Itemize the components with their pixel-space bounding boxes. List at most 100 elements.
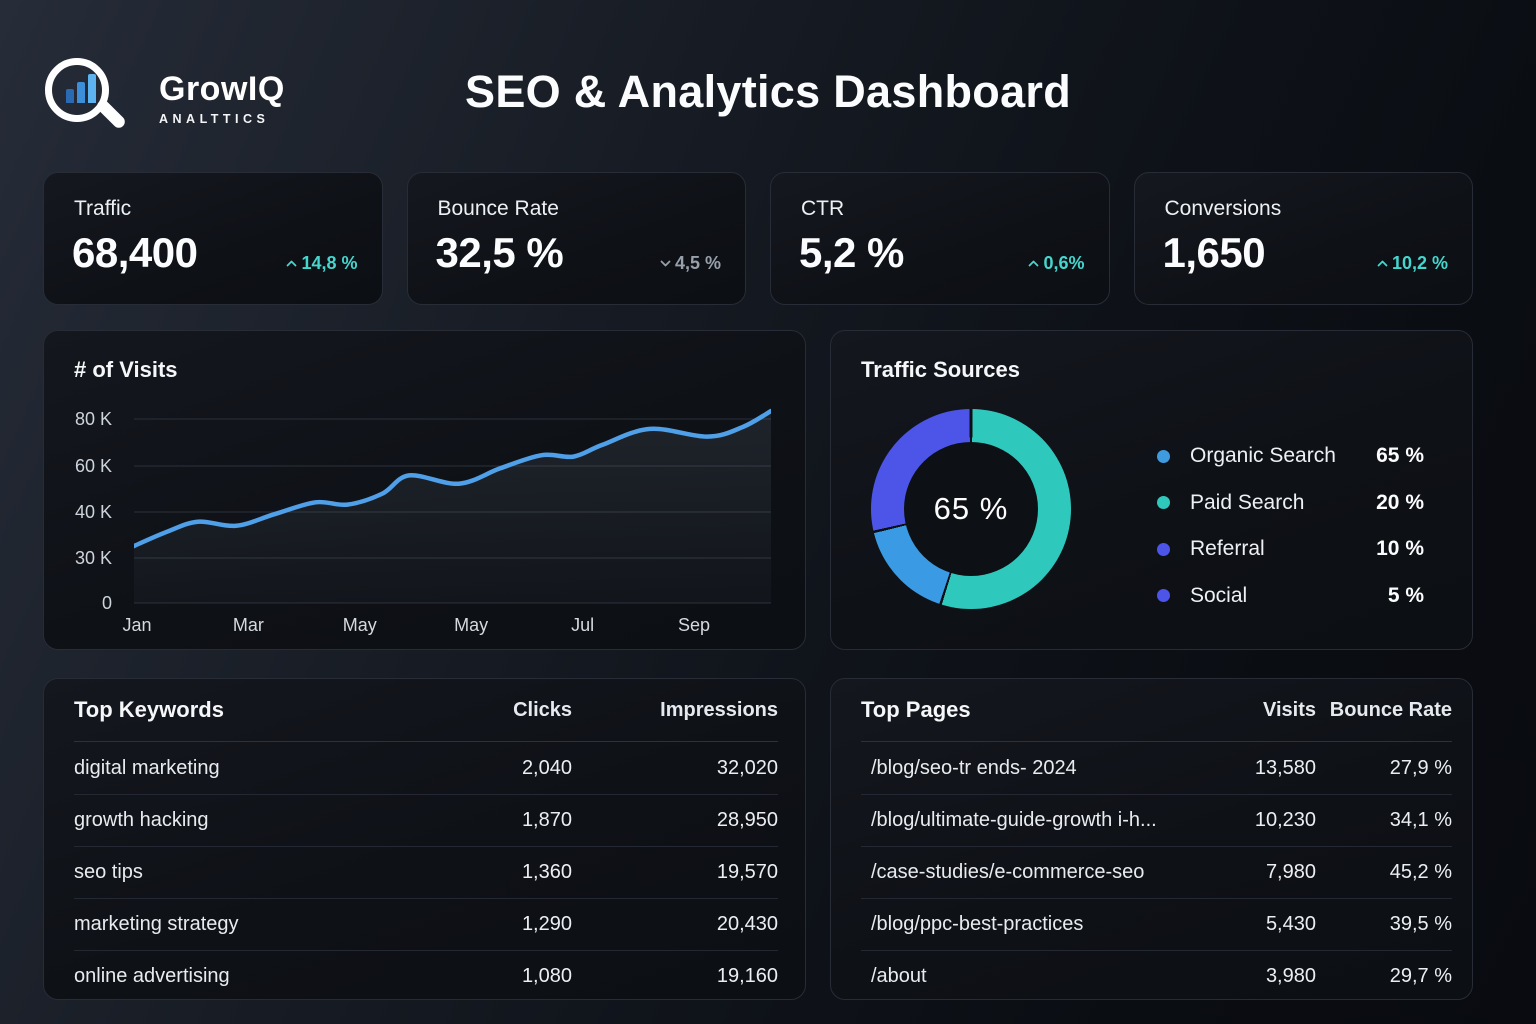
- kpi-delta-value: 10,2 %: [1392, 253, 1448, 274]
- row-value-2: 20,430: [572, 913, 778, 936]
- visits-line-plot: [134, 403, 771, 613]
- top-keywords-card: Top Keywords Clicks Impressions digital …: [43, 678, 806, 1000]
- row-value-1: 13,580: [1176, 757, 1316, 780]
- top-pages-header: Top Pages Visits Bounce Rate: [861, 679, 1452, 742]
- kpi-label: Conversions: [1165, 197, 1282, 221]
- top-pages-title: Top Pages: [861, 697, 1176, 723]
- table-row: growth hacking 1,870 28,950: [74, 794, 778, 846]
- legend-row: Referral 10 %: [1157, 526, 1424, 573]
- chevron-up-icon: [1027, 258, 1040, 269]
- row-value-2: 45,2 %: [1316, 861, 1452, 884]
- row-name: /about: [861, 965, 1176, 988]
- legend-dot-icon: [1157, 543, 1170, 556]
- x-tick-label: May: [454, 615, 488, 636]
- kpi-label: Traffic: [74, 197, 131, 221]
- row-value-1: 1,360: [402, 861, 572, 884]
- area-fill: [134, 411, 771, 603]
- chevron-up-icon: [1376, 258, 1389, 269]
- legend-label: Social: [1190, 584, 1247, 608]
- row-value-1: 2,040: [402, 757, 572, 780]
- row-value-1: 7,980: [1176, 861, 1316, 884]
- dashboard-page: GrowIQ ANALTTICS SEO & Analytics Dashboa…: [0, 0, 1536, 1024]
- kpi-value: 32,5 %: [436, 229, 564, 277]
- row-value-2: 28,950: [572, 809, 778, 832]
- traffic-sources-legend: Organic Search 65 % Paid Search 20 % Ref…: [1157, 433, 1424, 619]
- table-row: /blog/seo-tr ends- 2024 13,580 27,9 %: [861, 742, 1452, 794]
- row-name: /blog/ultimate-guide-growth i-h...: [861, 809, 1176, 832]
- x-tick-label: Sep: [678, 615, 710, 636]
- legend-row: Social 5 %: [1157, 573, 1424, 620]
- legend-label: Paid Search: [1190, 491, 1304, 515]
- row-name: /blog/ppc-best-practices: [861, 913, 1176, 936]
- row-name: /case-studies/e-commerce-seo: [861, 861, 1176, 884]
- row-name: /blog/seo-tr ends- 2024: [861, 757, 1176, 780]
- legend-dot-icon: [1157, 589, 1170, 602]
- table-row: /blog/ultimate-guide-growth i-h... 10,23…: [861, 794, 1452, 846]
- kpi-card: CTR 5,2 % 0,6%: [770, 172, 1110, 305]
- x-tick-label: May: [343, 615, 377, 636]
- kpi-value: 5,2 %: [799, 229, 904, 277]
- kpi-delta-value: 0,6%: [1043, 253, 1084, 274]
- row-value-2: 34,1 %: [1316, 809, 1452, 832]
- x-tick-label: Jul: [571, 615, 594, 636]
- clicks-column-header: Clicks: [402, 699, 572, 722]
- table-row: /case-studies/e-commerce-seo 7,980 45,2 …: [861, 846, 1452, 898]
- donut-center-value: 65 %: [934, 491, 1009, 527]
- x-tick-label: Mar: [233, 615, 264, 636]
- chevron-up-icon: [285, 258, 298, 269]
- kpi-row: Traffic 68,400 14,8 % Bounce Rate 32,5 %…: [43, 172, 1473, 305]
- bounce-rate-column-header: Bounce Rate: [1316, 699, 1452, 722]
- chevron-down-icon: [659, 258, 672, 269]
- y-tick-label: 30 K: [75, 547, 112, 569]
- impressions-column-header: Impressions: [572, 699, 778, 722]
- kpi-value: 68,400: [72, 229, 197, 277]
- legend-label: Referral: [1190, 537, 1265, 561]
- x-tick-label: Jan: [122, 615, 151, 636]
- traffic-sources-donut: 65 %: [871, 409, 1071, 609]
- kpi-delta: 10,2 %: [1376, 253, 1448, 274]
- row-name: seo tips: [74, 861, 402, 884]
- row-name: growth hacking: [74, 809, 402, 832]
- row-value-1: 5,430: [1176, 913, 1316, 936]
- legend-value: 10 %: [1376, 537, 1424, 561]
- row-value-1: 1,290: [402, 913, 572, 936]
- kpi-delta: 0,6%: [1027, 253, 1084, 274]
- y-tick-label: 40 K: [75, 501, 112, 523]
- legend-label: Organic Search: [1190, 444, 1336, 468]
- y-tick-label: 60 K: [75, 455, 112, 477]
- y-tick-label: 0: [102, 592, 112, 614]
- top-pages-card: Top Pages Visits Bounce Rate /blog/seo-t…: [830, 678, 1473, 1000]
- legend-row: Organic Search 65 %: [1157, 433, 1424, 480]
- top-pages-rows: /blog/seo-tr ends- 2024 13,580 27,9 % /b…: [861, 742, 1452, 1002]
- legend-value: 5 %: [1388, 584, 1424, 608]
- top-keywords-title: Top Keywords: [74, 697, 402, 723]
- legend-dot-icon: [1157, 496, 1170, 509]
- table-row: /about 3,980 29,7 %: [861, 950, 1452, 1002]
- y-tick-label: 80 K: [75, 408, 112, 430]
- kpi-card: Conversions 1,650 10,2 %: [1134, 172, 1474, 305]
- top-keywords-rows: digital marketing 2,040 32,020 growth ha…: [74, 742, 778, 1002]
- legend-value: 20 %: [1376, 491, 1424, 515]
- visits-column-header: Visits: [1176, 699, 1316, 722]
- kpi-delta: 14,8 %: [285, 253, 357, 274]
- kpi-card: Traffic 68,400 14,8 %: [43, 172, 383, 305]
- kpi-value: 1,650: [1163, 229, 1266, 277]
- donut-hole: 65 %: [904, 442, 1038, 576]
- legend-value: 65 %: [1376, 444, 1424, 468]
- visits-chart-card: # of Visits 80 K60 K40 K30 K0 JanMarMayM…: [43, 330, 806, 650]
- visits-y-axis: 80 K 60 K 40 K 30 K 0: [44, 331, 112, 649]
- table-row: online advertising 1,080 19,160: [74, 950, 778, 1002]
- row-value-2: 32,020: [572, 757, 778, 780]
- table-row: seo tips 1,360 19,570: [74, 846, 778, 898]
- legend-dot-icon: [1157, 450, 1170, 463]
- traffic-sources-card: Traffic Sources 65 % Organic Search 65 %…: [830, 330, 1473, 650]
- row-value-2: 19,570: [572, 861, 778, 884]
- page-title: SEO & Analytics Dashboard: [0, 66, 1536, 118]
- row-value-1: 3,980: [1176, 965, 1316, 988]
- row-name: marketing strategy: [74, 913, 402, 936]
- kpi-delta: 4,5 %: [659, 253, 721, 274]
- legend-row: Paid Search 20 %: [1157, 480, 1424, 527]
- top-keywords-header: Top Keywords Clicks Impressions: [74, 679, 778, 742]
- kpi-label: CTR: [801, 197, 844, 221]
- row-value-1: 10,230: [1176, 809, 1316, 832]
